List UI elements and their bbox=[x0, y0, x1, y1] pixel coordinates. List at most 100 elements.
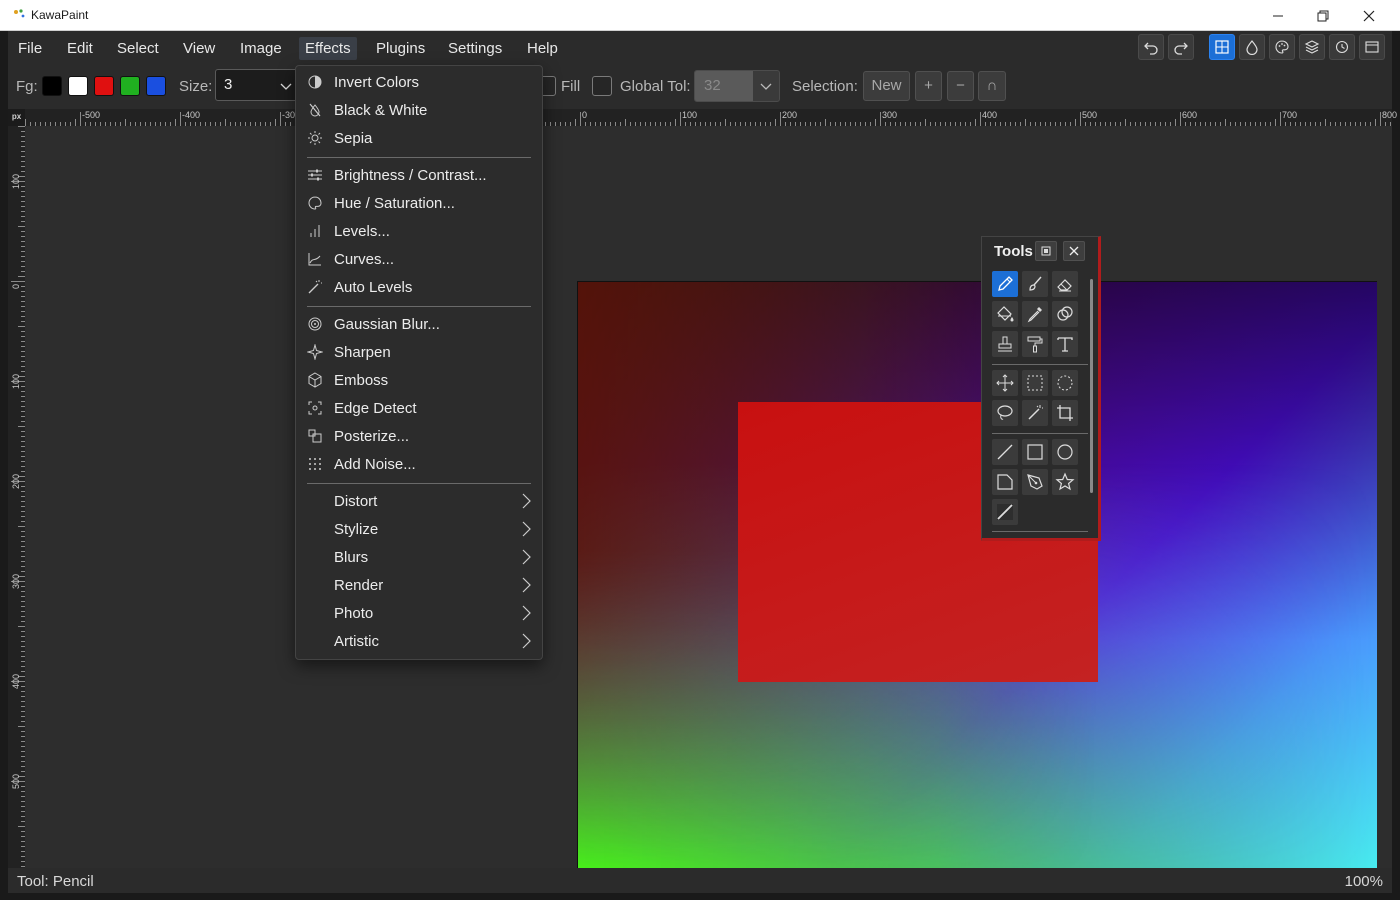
menu-stylize[interactable]: Stylize bbox=[296, 515, 542, 543]
ruler-label: -500 bbox=[82, 110, 101, 120]
fg-label: Fg: bbox=[16, 78, 38, 95]
ruler-tick bbox=[1380, 112, 1381, 126]
size-label: Size: bbox=[179, 78, 213, 95]
menu-effects[interactable]: Effects bbox=[299, 37, 357, 60]
menu-auto-levels[interactable]: Auto Levels bbox=[296, 273, 542, 301]
menu-distort[interactable]: Distort bbox=[296, 487, 542, 515]
tool-pencil[interactable] bbox=[992, 271, 1018, 297]
tool-eraser[interactable] bbox=[1052, 271, 1078, 297]
menu-sepia[interactable]: Sepia bbox=[296, 124, 542, 152]
swatch-black[interactable] bbox=[42, 76, 62, 96]
menu-file[interactable]: File bbox=[12, 37, 48, 60]
ruler-unit-label: px bbox=[11, 112, 22, 121]
tool-ellipse-select[interactable] bbox=[1052, 370, 1078, 396]
history-panel-toggle[interactable] bbox=[1329, 34, 1355, 60]
tools-panel-close-button[interactable] bbox=[1063, 241, 1085, 261]
palette-panel-toggle[interactable] bbox=[1269, 34, 1295, 60]
menu-curves[interactable]: Curves... bbox=[296, 245, 542, 273]
undo-button[interactable] bbox=[1138, 34, 1164, 60]
menu-emboss[interactable]: Emboss bbox=[296, 366, 542, 394]
tool-line[interactable] bbox=[992, 439, 1018, 465]
global-tolerance-checkbox[interactable] bbox=[592, 76, 612, 96]
horizontal-ruler[interactable]: -500 -400 -300 0 100 200 300 400 500 600 700 800 bbox=[25, 109, 1397, 126]
menu-settings[interactable]: Settings bbox=[442, 37, 508, 60]
tools-panel-float-button[interactable] bbox=[1035, 241, 1057, 261]
selection-subtract-button[interactable]: − bbox=[947, 71, 974, 101]
menu-item-label: Hue / Saturation... bbox=[334, 195, 455, 212]
image-canvas[interactable] bbox=[577, 281, 1377, 868]
menu-plugins[interactable]: Plugins bbox=[370, 37, 431, 60]
tool-lasso[interactable] bbox=[992, 400, 1018, 426]
minimize-button[interactable] bbox=[1255, 0, 1301, 31]
menu-item-label: Sharpen bbox=[334, 344, 391, 361]
eyedropper-icon bbox=[1027, 307, 1042, 323]
ruler-label: 700 bbox=[1282, 110, 1298, 120]
tool-ellipse[interactable] bbox=[1052, 439, 1078, 465]
ruler-label: 300 bbox=[11, 573, 21, 589]
menu-view[interactable]: View bbox=[177, 37, 221, 60]
menu-edit[interactable]: Edit bbox=[61, 37, 99, 60]
layers-icon bbox=[1304, 40, 1320, 54]
tool-crop[interactable] bbox=[1052, 400, 1078, 426]
tool-fill-bucket[interactable] bbox=[992, 301, 1018, 327]
menu-levels[interactable]: Levels... bbox=[296, 217, 542, 245]
tools-panel-toggle[interactable] bbox=[1209, 34, 1235, 60]
menu-black-white[interactable]: Black & White bbox=[296, 96, 542, 124]
tool-polygon[interactable] bbox=[992, 469, 1018, 495]
menu-select[interactable]: Select bbox=[111, 37, 165, 60]
menu-invert-colors[interactable]: Invert Colors bbox=[296, 68, 542, 96]
tool-color-picker[interactable] bbox=[1022, 301, 1048, 327]
menu-posterize[interactable]: Posterize... bbox=[296, 422, 542, 450]
menu-image[interactable]: Image bbox=[234, 37, 288, 60]
ruler-tick bbox=[18, 626, 25, 627]
pen-icon bbox=[1027, 474, 1043, 490]
tool-brush[interactable] bbox=[1022, 271, 1048, 297]
menu-sharpen[interactable]: Sharpen bbox=[296, 338, 542, 366]
tool-magic-wand[interactable] bbox=[1022, 400, 1048, 426]
tool-gradient[interactable] bbox=[992, 499, 1018, 525]
global-tol-label: Global Tol: bbox=[620, 78, 691, 95]
canvas-viewport[interactable] bbox=[25, 126, 1392, 868]
selection-intersect-button[interactable]: ∩ bbox=[978, 71, 1006, 101]
tool-pen[interactable] bbox=[1022, 469, 1048, 495]
window-bottom-edge bbox=[0, 893, 1400, 900]
swatch-red[interactable] bbox=[94, 76, 114, 96]
menu-add-noise[interactable]: Add Noise... bbox=[296, 450, 542, 478]
ruler-tick bbox=[225, 119, 226, 126]
swatch-blue[interactable] bbox=[146, 76, 166, 96]
ruler-tick bbox=[725, 119, 726, 126]
tool-stamp[interactable] bbox=[992, 331, 1018, 357]
menu-edge-detect[interactable]: Edge Detect bbox=[296, 394, 542, 422]
swatch-green[interactable] bbox=[120, 76, 140, 96]
selection-new-button[interactable]: New bbox=[863, 71, 910, 101]
menu-render[interactable]: Render bbox=[296, 571, 542, 599]
menu-help[interactable]: Help bbox=[521, 37, 564, 60]
size-combobox[interactable]: 3 bbox=[215, 69, 299, 101]
close-icon bbox=[1363, 10, 1375, 21]
redo-button[interactable] bbox=[1168, 34, 1194, 60]
menu-gaussian-blur[interactable]: Gaussian Blur... bbox=[296, 310, 542, 338]
colors-panel-toggle[interactable] bbox=[1239, 34, 1265, 60]
tools-panel-scrollbar[interactable] bbox=[1090, 279, 1093, 493]
menu-blurs[interactable]: Blurs bbox=[296, 543, 542, 571]
tolerance-combobox[interactable]: 32 bbox=[694, 70, 780, 102]
tool-clone[interactable] bbox=[1052, 301, 1078, 327]
tool-rectangle[interactable] bbox=[1022, 439, 1048, 465]
menu-photo[interactable]: Photo bbox=[296, 599, 542, 627]
tool-rect-select[interactable] bbox=[1022, 370, 1048, 396]
menu-artistic[interactable]: Artistic bbox=[296, 627, 542, 655]
add-noise-icon bbox=[309, 458, 321, 470]
window-panel-toggle[interactable] bbox=[1359, 34, 1385, 60]
tool-move[interactable] bbox=[992, 370, 1018, 396]
tool-paint-roller[interactable] bbox=[1022, 331, 1048, 357]
close-button[interactable] bbox=[1346, 0, 1392, 31]
swatch-white[interactable] bbox=[68, 76, 88, 96]
menu-hue-saturation[interactable]: Hue / Saturation... bbox=[296, 189, 542, 217]
selection-add-button[interactable]: + bbox=[915, 71, 942, 101]
tool-text[interactable] bbox=[1052, 331, 1078, 357]
vertical-ruler[interactable]: 100 0 100 200 300 400 500 bbox=[8, 126, 25, 868]
tool-star[interactable] bbox=[1052, 469, 1078, 495]
layers-panel-toggle[interactable] bbox=[1299, 34, 1325, 60]
restore-button[interactable] bbox=[1300, 0, 1346, 31]
menu-brightness-contrast[interactable]: Brightness / Contrast... bbox=[296, 161, 542, 189]
